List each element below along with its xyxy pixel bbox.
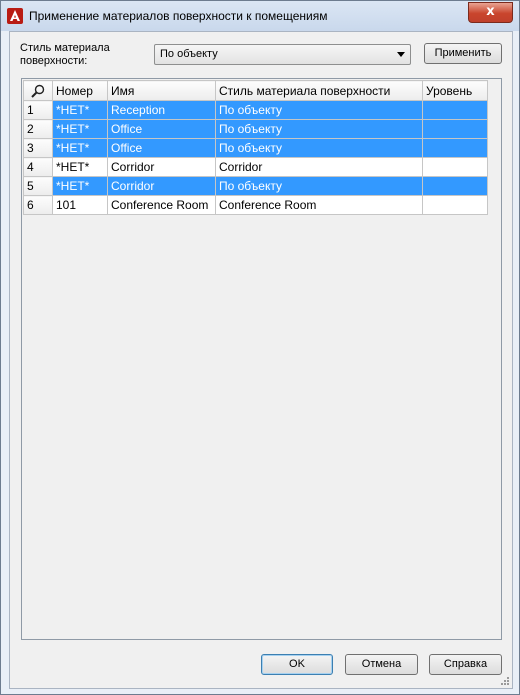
- cell-number[interactable]: *НЕТ*: [52, 138, 108, 158]
- cell-name[interactable]: Conference Room: [107, 195, 216, 215]
- surface-style-value: По объекту: [160, 48, 218, 60]
- cell-name[interactable]: Office: [107, 119, 216, 139]
- cell-number[interactable]: *НЕТ*: [52, 119, 108, 139]
- cell-surface-style[interactable]: Conference Room: [215, 195, 423, 215]
- window-title: Применение материалов поверхности к поме…: [29, 9, 328, 23]
- cell-name[interactable]: Reception: [107, 100, 216, 120]
- column-header-number[interactable]: Номер: [52, 80, 108, 101]
- row-index[interactable]: 5: [23, 176, 53, 196]
- table-row[interactable]: 5 *НЕТ* Corridor По объекту: [23, 176, 488, 196]
- rooms-table: Номер Имя Стиль материала поверхности Ур…: [23, 80, 488, 215]
- cell-surface-style[interactable]: По объекту: [215, 119, 423, 139]
- table-row[interactable]: 3 *НЕТ* Office По объекту: [23, 138, 488, 158]
- chevron-down-icon: [397, 52, 405, 57]
- surface-style-dropdown[interactable]: По объекту: [154, 44, 411, 65]
- rooms-grid: Номер Имя Стиль материала поверхности Ур…: [21, 78, 502, 640]
- cell-surface-style[interactable]: По объекту: [215, 138, 423, 158]
- column-header-surface-style[interactable]: Стиль материала поверхности: [215, 80, 423, 101]
- cell-level[interactable]: [422, 195, 488, 215]
- resize-grip-icon[interactable]: [500, 676, 510, 686]
- row-index[interactable]: 2: [23, 119, 53, 139]
- app-logo-icon: [7, 8, 23, 24]
- cell-surface-style[interactable]: По объекту: [215, 176, 423, 196]
- cancel-button[interactable]: Отмена: [345, 654, 418, 675]
- cell-number[interactable]: *НЕТ*: [52, 157, 108, 177]
- search-icon: [31, 84, 45, 98]
- table-header-row: Номер Имя Стиль материала поверхности Ур…: [23, 80, 488, 101]
- ok-button[interactable]: OK: [261, 654, 333, 675]
- cell-level[interactable]: [422, 157, 488, 177]
- table-row[interactable]: 6 101 Conference Room Conference Room: [23, 195, 488, 215]
- column-header-name[interactable]: Имя: [107, 80, 216, 101]
- cell-surface-style[interactable]: Corridor: [215, 157, 423, 177]
- help-button[interactable]: Справка: [429, 654, 502, 675]
- cell-number[interactable]: *НЕТ*: [52, 100, 108, 120]
- cell-surface-style[interactable]: По объекту: [215, 100, 423, 120]
- row-index[interactable]: 6: [23, 195, 53, 215]
- cell-number[interactable]: *НЕТ*: [52, 176, 108, 196]
- title-bar[interactable]: Применение материалов поверхности к поме…: [1, 1, 519, 31]
- cell-name[interactable]: Corridor: [107, 157, 216, 177]
- cell-number[interactable]: 101: [52, 195, 108, 215]
- dialog-window: Применение материалов поверхности к поме…: [0, 0, 520, 695]
- table-row[interactable]: 4 *НЕТ* Corridor Corridor: [23, 157, 488, 177]
- close-button[interactable]: x: [468, 2, 513, 23]
- table-row[interactable]: 2 *НЕТ* Office По объекту: [23, 119, 488, 139]
- table-row[interactable]: 1 *НЕТ* Reception По объекту: [23, 100, 488, 120]
- apply-button[interactable]: Применить: [424, 43, 502, 64]
- cell-name[interactable]: Corridor: [107, 176, 216, 196]
- grid-corner-search[interactable]: [23, 80, 53, 101]
- column-header-level[interactable]: Уровень: [422, 80, 488, 101]
- row-index[interactable]: 4: [23, 157, 53, 177]
- cell-level[interactable]: [422, 119, 488, 139]
- row-index[interactable]: 1: [23, 100, 53, 120]
- close-icon: x: [486, 4, 495, 19]
- cell-name[interactable]: Office: [107, 138, 216, 158]
- row-index[interactable]: 3: [23, 138, 53, 158]
- cell-level[interactable]: [422, 176, 488, 196]
- surface-style-label: Стиль материала поверхности:: [20, 42, 110, 67]
- dialog-body: Стиль материала поверхности: По объекту …: [9, 31, 513, 689]
- cell-level[interactable]: [422, 138, 488, 158]
- cell-level[interactable]: [422, 100, 488, 120]
